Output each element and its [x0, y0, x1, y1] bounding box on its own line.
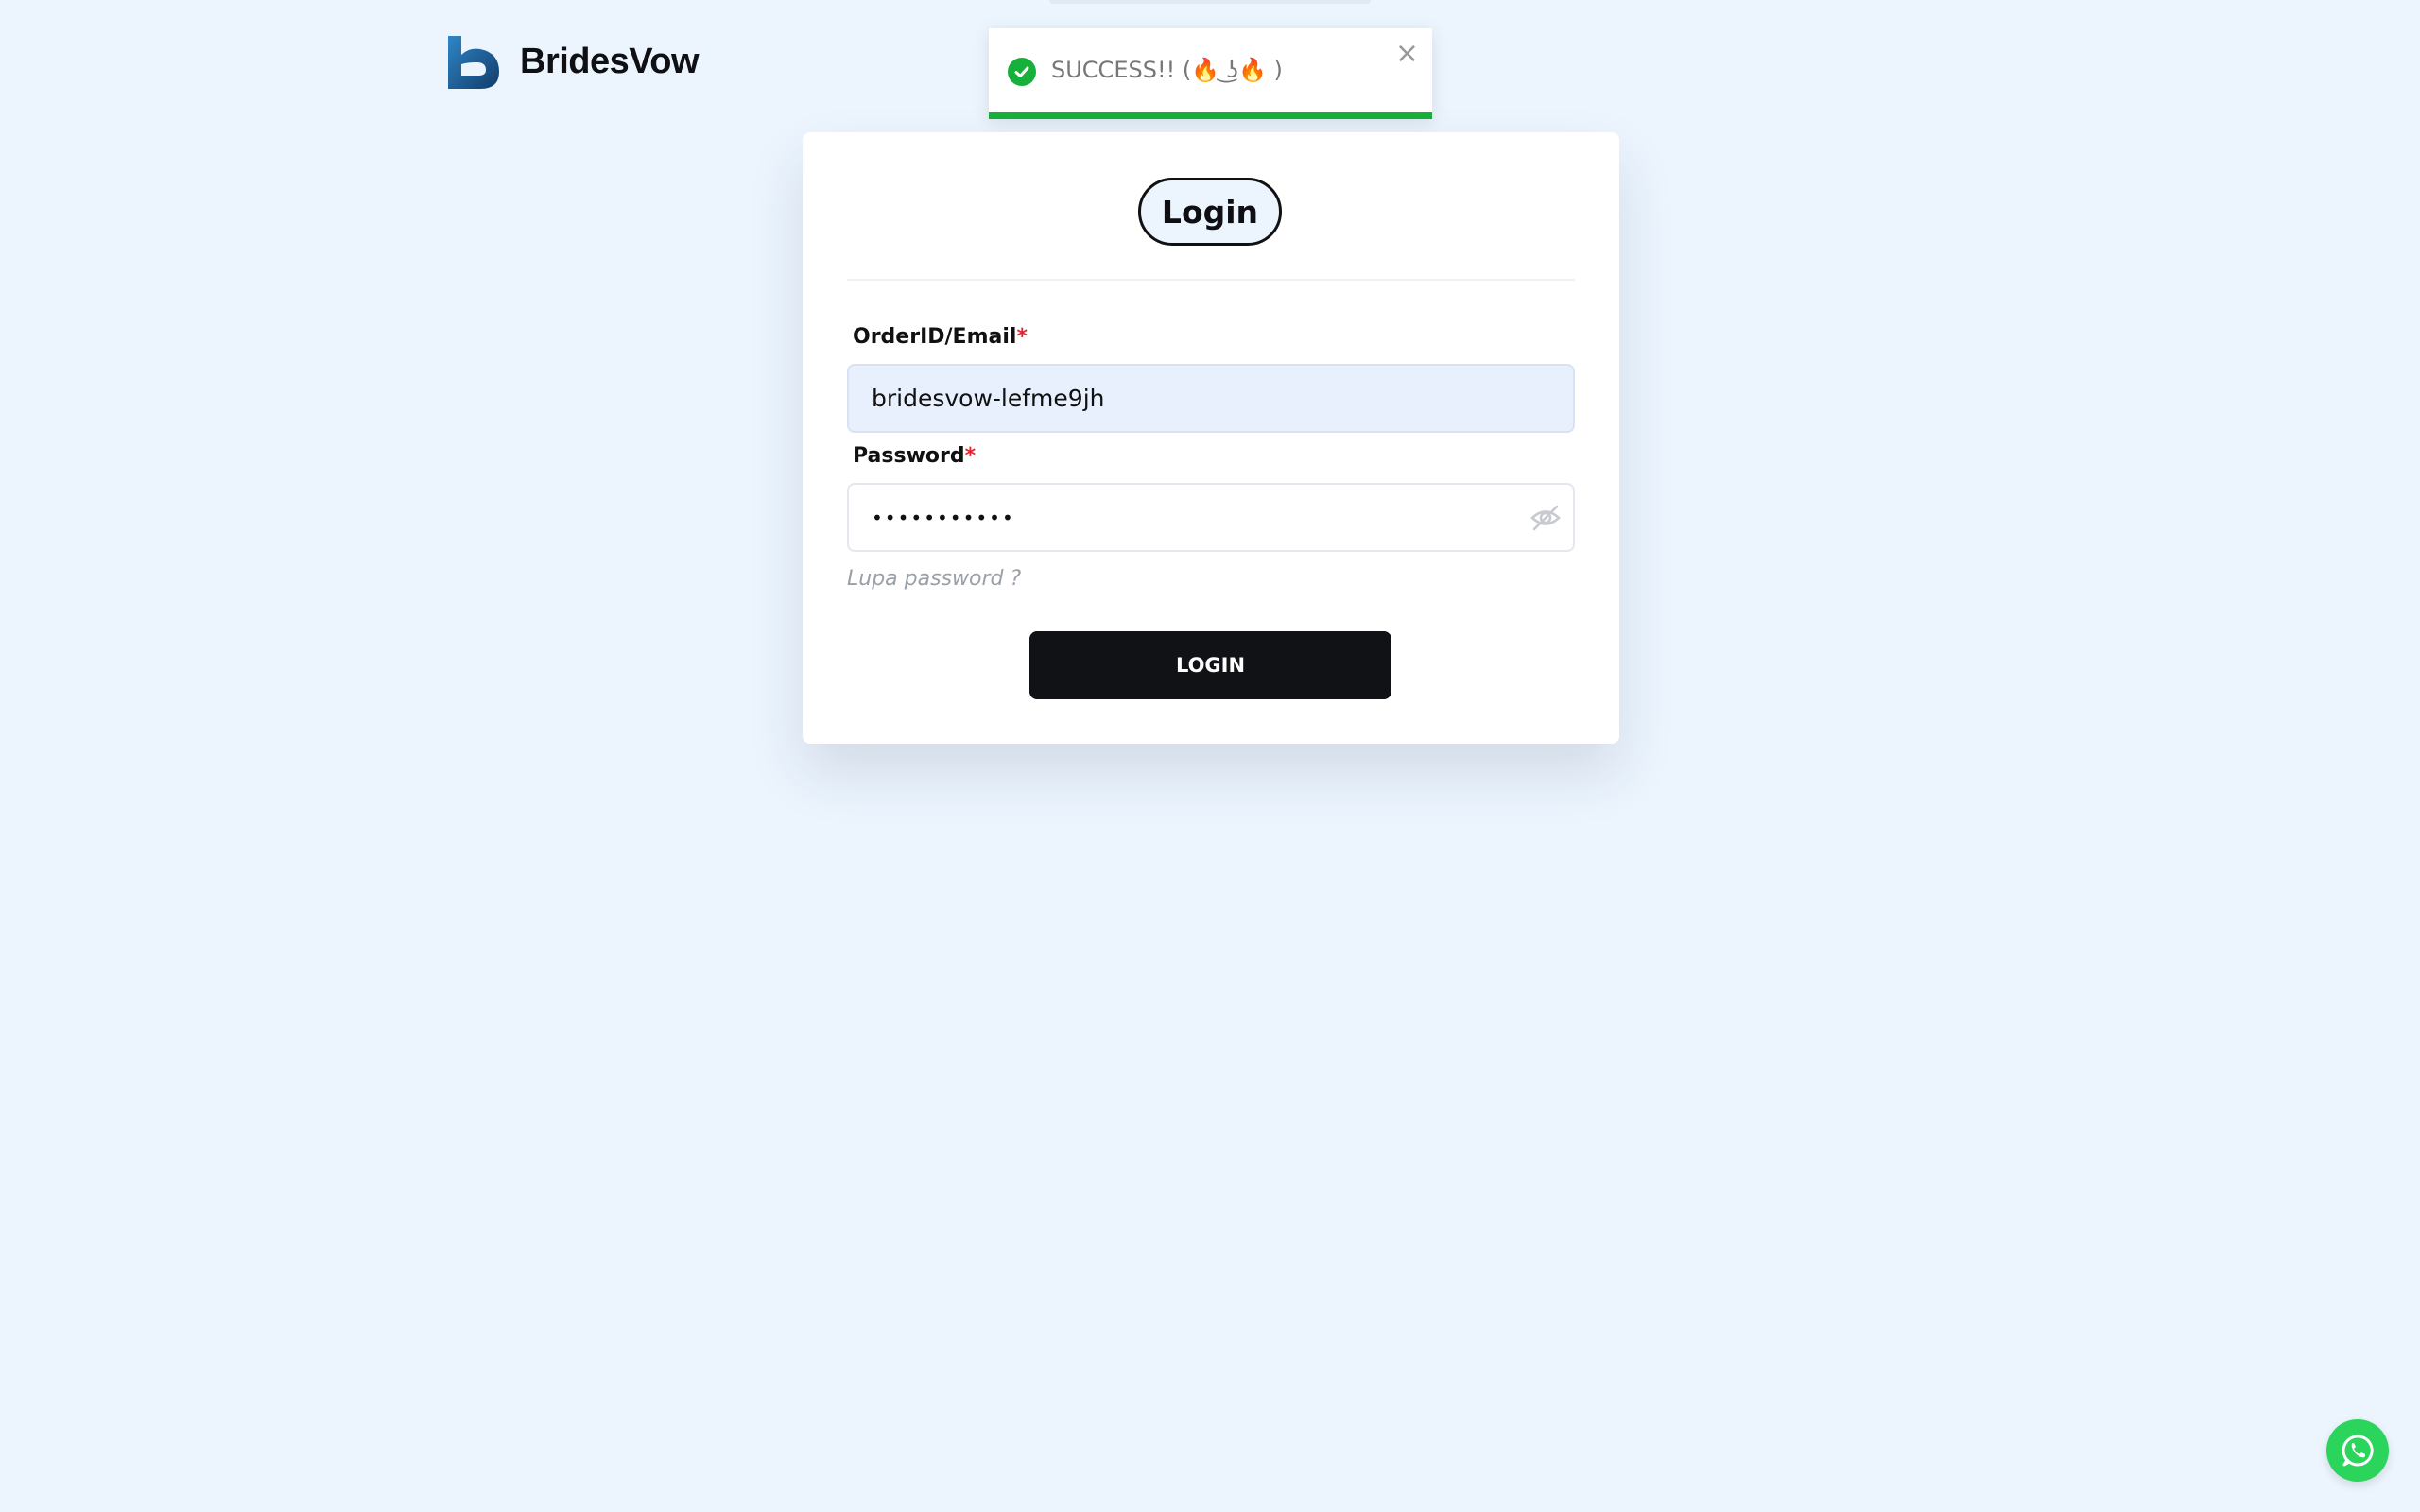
check-circle-icon	[1008, 58, 1036, 86]
brand-name: BridesVow	[520, 41, 700, 81]
required-marker: *	[1016, 325, 1028, 349]
close-icon[interactable]: ×	[1395, 40, 1419, 68]
whatsapp-icon	[2342, 1435, 2374, 1467]
required-marker: *	[964, 444, 977, 468]
password-input[interactable]: •••••••••••	[847, 483, 1575, 552]
brand-logo[interactable]: BridesVow	[444, 32, 700, 91]
page-title: Login	[1138, 178, 1282, 246]
password-label: Password*	[853, 444, 976, 468]
order-email-value: bridesvow-lefme9jh	[872, 385, 1105, 412]
toast-message: SUCCESS!! (🔥 ͜ʖ🔥 )	[1051, 57, 1283, 83]
heart-b-logo-icon	[448, 36, 499, 89]
divider	[847, 279, 1575, 281]
login-button[interactable]: LOGIN	[1029, 631, 1392, 699]
eye-off-icon[interactable]	[1530, 504, 1562, 532]
password-label-text: Password	[853, 444, 965, 468]
order-email-input[interactable]: bridesvow-lefme9jh	[847, 364, 1575, 433]
order-email-label: OrderID/Email*	[853, 325, 1028, 349]
toast-stack-shadow	[1049, 0, 1371, 4]
login-card: Login OrderID/Email* bridesvow-lefme9jh …	[803, 132, 1619, 744]
order-email-label-text: OrderID/Email	[853, 325, 1017, 349]
whatsapp-button[interactable]	[2326, 1419, 2389, 1482]
password-value: •••••••••••	[872, 506, 1015, 529]
success-toast: SUCCESS!! (🔥 ͜ʖ🔥 ) ×	[989, 28, 1432, 119]
forgot-password-link[interactable]: Lupa password ?	[847, 567, 1021, 591]
toast-progress-bar	[989, 112, 1432, 119]
